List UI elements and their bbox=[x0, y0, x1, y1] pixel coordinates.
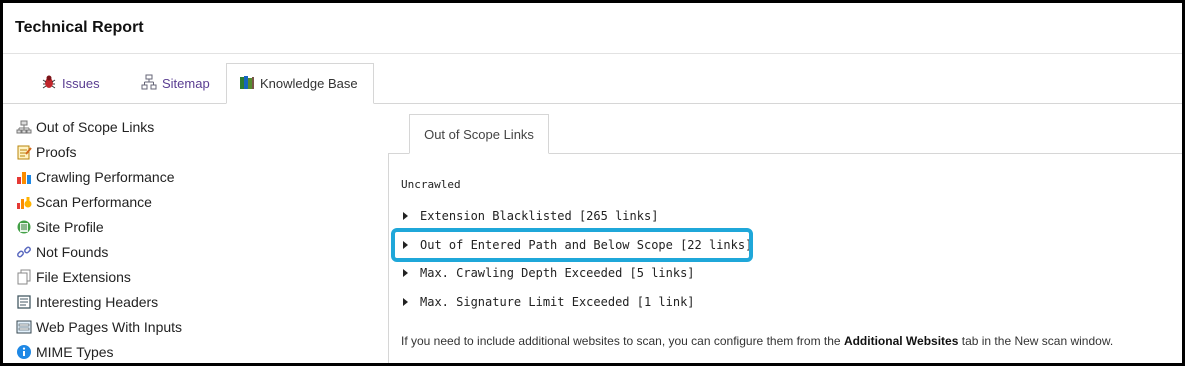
sidebar-item-proofs[interactable]: Proofs bbox=[15, 139, 375, 164]
sidebar-item-label: Proofs bbox=[36, 143, 77, 160]
tree-row-max-signature-limit[interactable]: Max. Signature Limit Exceeded [1 link] bbox=[403, 295, 695, 309]
help-note-text-end: tab in the New scan window. bbox=[958, 334, 1114, 348]
sidebar-item-interesting-headers[interactable]: Interesting Headers bbox=[15, 289, 375, 314]
notepad-icon bbox=[15, 143, 33, 161]
tab-issues-label: Issues bbox=[62, 75, 100, 91]
sidebar-item-site-profile[interactable]: Site Profile bbox=[15, 214, 375, 239]
tab-sitemap[interactable]: Sitemap bbox=[141, 63, 210, 103]
help-note: If you need to include additional websit… bbox=[401, 334, 1113, 348]
sidebar-item-web-pages-with-inputs[interactable]: Web Pages With Inputs bbox=[15, 314, 375, 339]
bug-icon bbox=[41, 74, 57, 93]
chart-thumb-icon bbox=[15, 193, 33, 211]
page-title: Technical Report bbox=[15, 19, 144, 36]
title-bar: Technical Report bbox=[3, 3, 1182, 54]
caret-right-icon bbox=[403, 212, 408, 220]
help-note-text: If you need to include additional websit… bbox=[401, 334, 844, 348]
bar-chart-icon bbox=[15, 168, 33, 186]
sidebar-item-not-founds[interactable]: Not Founds bbox=[15, 239, 375, 264]
broken-link-icon bbox=[15, 243, 33, 261]
sidebar-item-label: Web Pages With Inputs bbox=[36, 318, 183, 335]
tab-sitemap-label: Sitemap bbox=[162, 75, 210, 91]
sidebar-item-mime-types[interactable]: MIME Types bbox=[15, 339, 375, 363]
profile-icon bbox=[15, 218, 33, 236]
books-icon bbox=[239, 74, 255, 93]
sidebar-item-label: Out of Scope Links bbox=[36, 118, 155, 135]
sidebar-item-out-of-scope-links[interactable]: Out of Scope Links bbox=[15, 114, 375, 139]
sidebar-item-label: Site Profile bbox=[36, 218, 104, 235]
content-area: Out of Scope Links Uncrawled Extension B… bbox=[388, 103, 1182, 363]
tree-row-label: Out of Entered Path and Below Scope [22 … bbox=[420, 238, 753, 252]
tree-row-label: Extension Blacklisted [265 links] bbox=[420, 209, 659, 223]
caret-right-icon bbox=[403, 241, 408, 249]
content-panel: Uncrawled Extension Blacklisted [265 lin… bbox=[388, 153, 1182, 363]
tab-knowledge-base[interactable]: Knowledge Base bbox=[226, 63, 374, 104]
caret-right-icon bbox=[403, 269, 408, 277]
files-icon bbox=[15, 268, 33, 286]
sidebar-item-label: File Extensions bbox=[36, 268, 131, 285]
document-icon bbox=[15, 293, 33, 311]
info-icon bbox=[15, 343, 33, 361]
tab-issues[interactable]: Issues bbox=[41, 63, 100, 103]
tab-knowledge-base-label: Knowledge Base bbox=[260, 76, 358, 91]
sidebar-item-crawling-performance[interactable]: Crawling Performance bbox=[15, 164, 375, 189]
sidebar-item-file-extensions[interactable]: File Extensions bbox=[15, 264, 375, 289]
sidebar-item-label: Not Founds bbox=[36, 243, 109, 260]
form-icon bbox=[15, 318, 33, 336]
sidebar: Out of Scope Links Proofs Crawling Perfo… bbox=[15, 114, 375, 363]
tree-row-label: Max. Crawling Depth Exceeded [5 links] bbox=[420, 266, 695, 280]
sidebar-item-scan-performance[interactable]: Scan Performance bbox=[15, 189, 375, 214]
tree-row-label: Max. Signature Limit Exceeded [1 link] bbox=[420, 295, 695, 309]
tab-bar: Issues Sitemap Knowledge Base bbox=[3, 53, 1182, 104]
additional-websites-tab-name: Additional Websites bbox=[843, 334, 959, 348]
sidebar-item-label: MIME Types bbox=[36, 343, 114, 360]
sitemap-icon bbox=[141, 74, 157, 93]
sidebar-item-label: Scan Performance bbox=[36, 193, 152, 210]
tree-row-out-of-entered-path[interactable]: Out of Entered Path and Below Scope [22 … bbox=[403, 238, 752, 252]
tab-out-of-scope-links[interactable]: Out of Scope Links bbox=[409, 114, 549, 154]
tree-row-max-crawling-depth[interactable]: Max. Crawling Depth Exceeded [5 links] bbox=[403, 266, 695, 280]
sitemap-icon bbox=[15, 118, 33, 136]
sidebar-item-label: Crawling Performance bbox=[36, 168, 175, 185]
caret-right-icon bbox=[403, 298, 408, 306]
section-title: Uncrawled bbox=[401, 178, 461, 191]
report-window: Technical Report Issues Sitemap Knowledg… bbox=[0, 0, 1185, 366]
sidebar-item-label: Interesting Headers bbox=[36, 293, 159, 310]
tree-row-extension-blacklisted[interactable]: Extension Blacklisted [265 links] bbox=[403, 209, 658, 223]
